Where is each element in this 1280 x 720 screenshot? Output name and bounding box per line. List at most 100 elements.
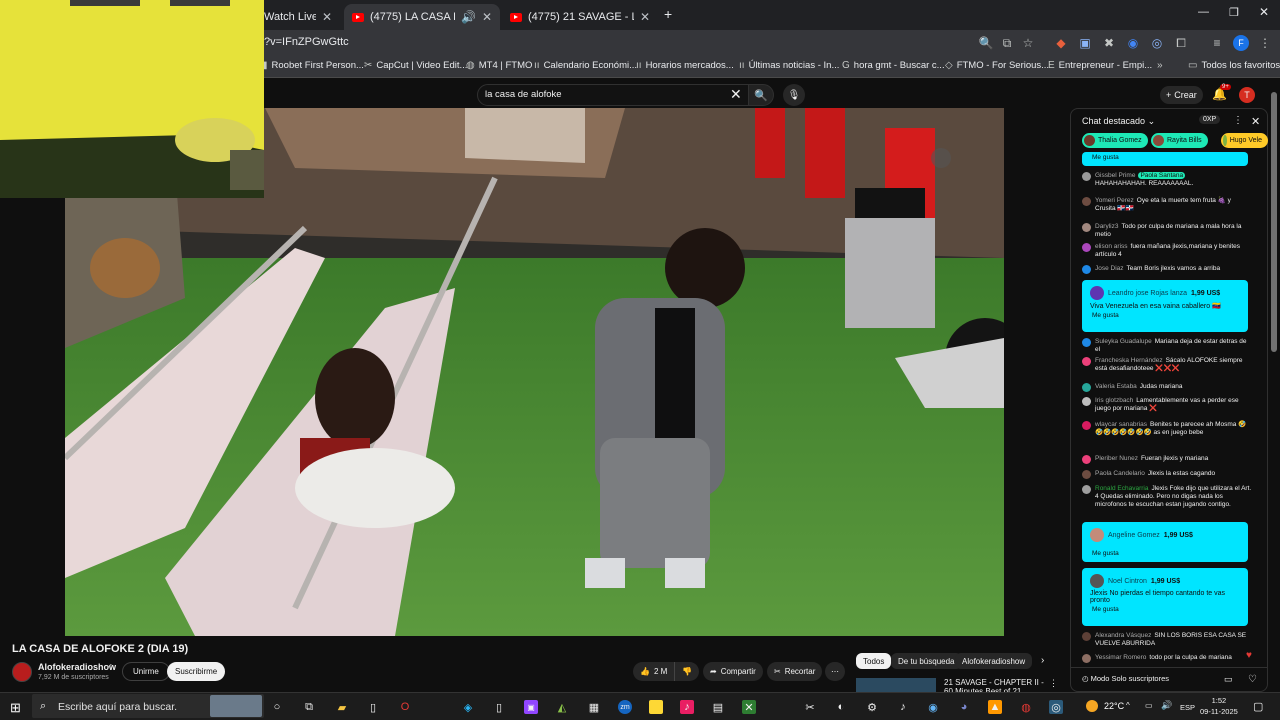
file-explorer-icon[interactable]: ▰ xyxy=(335,700,349,714)
puzzle-icon[interactable]: ⧠ xyxy=(1173,35,1189,51)
tiktok-icon[interactable]: ♪ xyxy=(680,700,694,714)
bookmark-item[interactable]: ıı Horarios mercados... xyxy=(636,60,734,71)
bookmark-star-icon[interactable]: ☆ xyxy=(1020,35,1036,51)
app-icon[interactable]: ◭ xyxy=(555,700,569,714)
account-avatar[interactable]: T xyxy=(1239,87,1255,103)
chip-from-search[interactable]: De tu búsqueda xyxy=(891,653,962,669)
dislike-button[interactable]: 👎 xyxy=(674,662,699,681)
translate-icon[interactable]: ▣ xyxy=(1077,35,1093,51)
settings-gear-icon[interactable]: ⚙ xyxy=(865,700,879,714)
like-label[interactable]: Me gusta xyxy=(1082,152,1248,164)
windows-start-icon[interactable]: ⊞ xyxy=(10,700,21,716)
bookmark-item[interactable]: ıı Calendario Económi... xyxy=(534,60,637,71)
zoom-icon[interactable]: 🔍 xyxy=(978,35,994,51)
chip-all[interactable]: Todos xyxy=(856,653,892,669)
profile-avatar[interactable]: F xyxy=(1233,35,1249,51)
extension-icon[interactable]: ◆ xyxy=(1053,35,1069,51)
pinned-chip[interactable]: Rayita Bills xyxy=(1151,133,1208,148)
tab-watch-live[interactable]: Watch Live on ✕ xyxy=(256,4,340,30)
bookmark-item[interactable]: ✂ CapCut | Video Edit... xyxy=(364,60,467,71)
speaker-icon[interactable]: 🔊 xyxy=(461,10,476,24)
notification-center-icon[interactable]: ▢ xyxy=(1253,700,1263,713)
notepad-icon[interactable]: ▯ xyxy=(366,700,380,714)
zoom-app-icon[interactable]: zm xyxy=(618,700,632,714)
like-label[interactable]: Me gusta xyxy=(1082,312,1248,322)
document-icon[interactable]: ▯ xyxy=(492,700,506,714)
xp-badge[interactable]: 0XP xyxy=(1199,115,1221,124)
bookmark-item[interactable]: Ghora gmt - Buscar c... xyxy=(842,60,945,71)
capcut-icon[interactable]: ✂ xyxy=(803,700,817,714)
bookmarks-overflow-button[interactable]: » xyxy=(1157,60,1163,71)
voice-search-button[interactable]: 🎙 xyxy=(783,84,805,106)
tiktok-icon[interactable]: ♪ xyxy=(896,700,910,714)
bookmark-item[interactable]: ◍ MT4 | FTMO xyxy=(466,60,532,71)
cortana-icon[interactable]: ○ xyxy=(270,700,284,714)
chrome-icon[interactable]: ◎ xyxy=(1049,700,1063,714)
subscribe-button[interactable]: Suscribirme xyxy=(167,662,226,681)
close-icon[interactable]: ✕ xyxy=(322,10,332,24)
speaker-icon[interactable]: 🔊 xyxy=(1161,700,1172,711)
app-icon[interactable]: ◐ xyxy=(834,700,848,714)
chip-channel[interactable]: Alofokeradioshow xyxy=(955,653,1033,669)
tray-chevron-icon[interactable]: ^ xyxy=(1126,701,1130,710)
heart-icon[interactable]: ♡ xyxy=(1248,674,1257,685)
minecraft-icon[interactable]: ✕ xyxy=(742,700,756,714)
language-indicator[interactable]: ESP xyxy=(1180,703,1195,712)
more-icon[interactable]: ⋮ xyxy=(1049,678,1058,689)
network-icon[interactable]: ▭ xyxy=(1145,701,1153,710)
join-button[interactable]: Unirme xyxy=(122,662,170,681)
extension-icon[interactable]: ◎ xyxy=(1149,35,1165,51)
opera-icon[interactable]: O xyxy=(398,700,412,714)
pinned-chip[interactable]: Thalia Gomez xyxy=(1082,133,1148,148)
extension-icon[interactable]: ◉ xyxy=(1125,35,1141,51)
bookmark-item[interactable]: ıı Últimas noticias - In... xyxy=(739,60,839,71)
bookmark-item[interactable]: ◇ FTMO - For Serious... xyxy=(945,60,1049,71)
minimize-button[interactable]: — xyxy=(1198,6,1209,18)
all-bookmarks[interactable]: ▭ Todos los favoritos xyxy=(1188,60,1280,71)
bookmark-item[interactable]: E Entrepreneur - Empi... xyxy=(1048,60,1152,71)
reading-list-icon[interactable]: ≡ xyxy=(1209,35,1225,51)
discord-icon[interactable]: ◕ xyxy=(957,700,971,714)
like-button[interactable]: 👍 2 M xyxy=(633,662,675,681)
extension-icon[interactable]: ✖ xyxy=(1101,35,1117,51)
app-icon[interactable]: ▦ xyxy=(587,700,601,714)
task-view-icon[interactable]: ⧉ xyxy=(302,700,316,714)
pinned-chip[interactable]: Hugo Vele xyxy=(1221,133,1268,148)
window-close-button[interactable]: ✕ xyxy=(1259,5,1269,19)
restore-button[interactable]: ❐ xyxy=(1229,6,1239,19)
app-icon[interactable]: ◍ xyxy=(1019,700,1033,714)
close-icon[interactable]: ✕ xyxy=(640,10,650,24)
new-tab-button[interactable]: + xyxy=(664,6,672,22)
like-label[interactable]: Me gusta xyxy=(1082,606,1248,616)
like-label[interactable]: Me gusta xyxy=(1082,544,1248,560)
search-button[interactable]: 🔍 xyxy=(748,84,774,106)
more-actions-button[interactable]: ⋯ xyxy=(825,662,845,681)
create-button[interactable]: + Crear xyxy=(1160,86,1203,104)
clip-button[interactable]: ✂ Recortar xyxy=(767,662,823,681)
chevron-right-icon[interactable]: › xyxy=(1041,655,1044,666)
cast-icon[interactable]: ⧉ xyxy=(999,35,1015,51)
close-icon[interactable]: ✕ xyxy=(482,10,492,24)
system-clock[interactable]: 1:52 09-11-2025 xyxy=(1200,695,1238,717)
url-field[interactable]: ?v=IFnZPGwGttc xyxy=(264,36,349,48)
chat-more-icon[interactable]: ⋮ xyxy=(1233,115,1243,126)
weather-widget[interactable]: 22°C xyxy=(1086,700,1124,712)
page-scrollbar[interactable] xyxy=(1271,92,1277,352)
bookmark-item[interactable]: ▮ Roobet First Person... xyxy=(262,60,364,71)
channel-avatar[interactable] xyxy=(12,662,32,682)
steam-icon[interactable]: ◉ xyxy=(926,700,940,714)
clear-search-icon[interactable]: ✕ xyxy=(730,86,742,103)
recommended-title[interactable]: 21 SAVAGE - CHAPTER II - 60 Minutes Best… xyxy=(944,678,1044,692)
app-icon[interactable]: ▲ xyxy=(988,700,1002,714)
channel-name[interactable]: Alofokeradioshow xyxy=(38,662,116,672)
copilot-icon[interactable]: ◈ xyxy=(461,700,475,714)
tab-21-savage[interactable]: (4775) 21 SAVAGE - LEGACY II 2 ✕ xyxy=(502,4,658,30)
chat-mode-selector[interactable]: Chat destacado ⌄ xyxy=(1082,116,1155,127)
twitch-icon[interactable]: ▣ xyxy=(524,700,538,714)
tab-la-casa[interactable]: (4775) LA CASA DE ALOFO 🔊 ✕ xyxy=(344,4,500,30)
recommended-thumbnail[interactable] xyxy=(856,678,936,692)
sticky-notes-icon[interactable] xyxy=(649,700,663,714)
share-button[interactable]: ➦ Compartir xyxy=(703,662,763,681)
app-icon[interactable]: ▤ xyxy=(711,700,725,714)
chat-summary-icon[interactable]: ▭ xyxy=(1224,674,1233,685)
